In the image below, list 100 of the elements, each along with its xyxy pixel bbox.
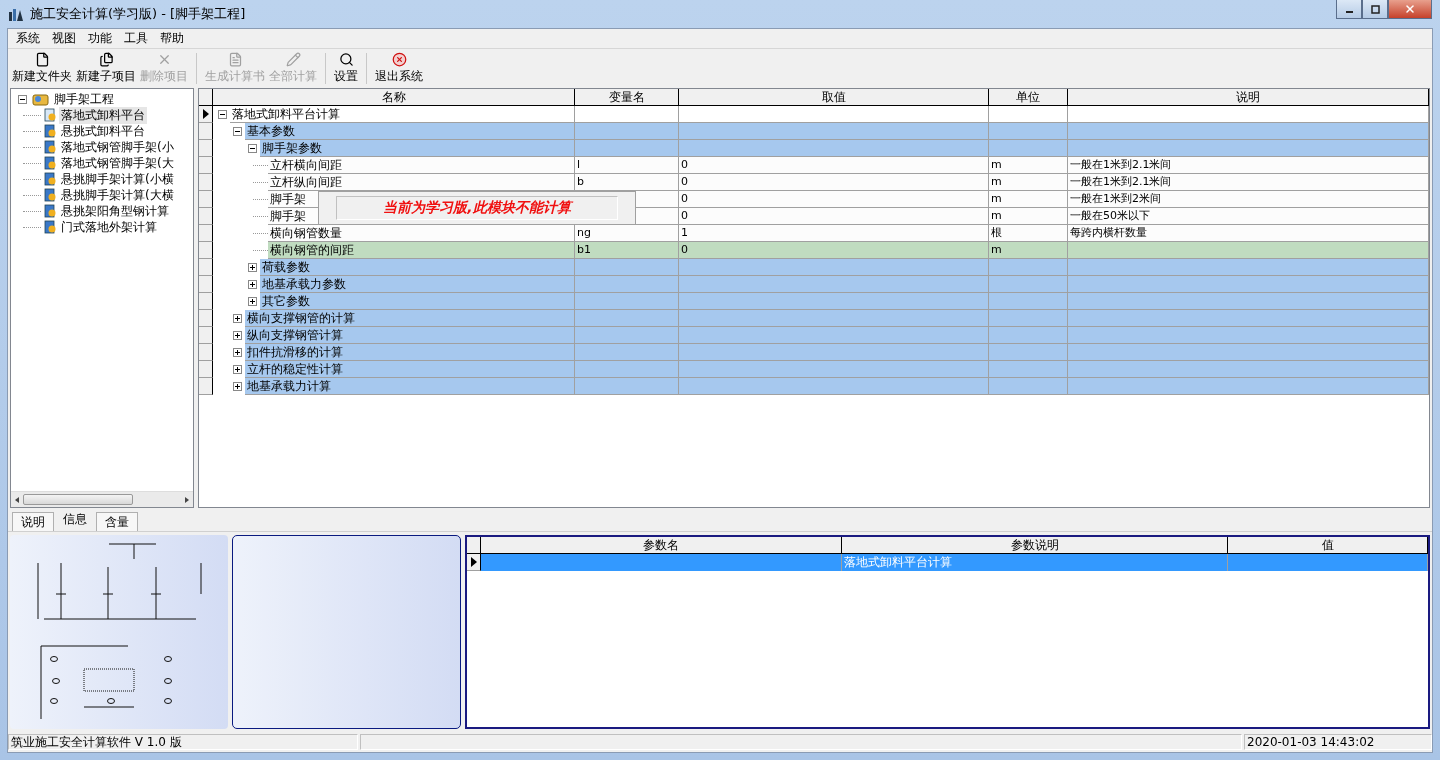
- menu-item[interactable]: 工具: [118, 30, 154, 47]
- row-header[interactable]: [199, 276, 213, 293]
- toolbar-button[interactable]: 退出系统: [373, 51, 425, 86]
- column-header[interactable]: 名称: [213, 89, 575, 106]
- column-header[interactable]: 取值: [679, 89, 989, 106]
- toolbar-button[interactable]: 新建子项目: [74, 51, 138, 86]
- row-header[interactable]: [199, 259, 213, 276]
- expand-icon[interactable]: [233, 348, 242, 357]
- table-cell: m: [989, 242, 1068, 259]
- row-header[interactable]: [199, 242, 213, 259]
- app-icon: [8, 6, 24, 22]
- pencil-icon: [285, 52, 301, 67]
- row-header[interactable]: [467, 554, 481, 571]
- table-cell: 一般在1米到2.1米间: [1068, 157, 1429, 174]
- expand-icon[interactable]: [233, 314, 242, 323]
- expand-icon[interactable]: [233, 365, 242, 374]
- folder-icon: [32, 92, 50, 106]
- collapse-icon[interactable]: [18, 94, 27, 104]
- expand-icon[interactable]: [233, 382, 242, 391]
- column-header[interactable]: 参数说明: [842, 537, 1228, 554]
- column-header[interactable]: 单位: [989, 89, 1068, 106]
- table-cell: 一般在1米到2.1米间: [1068, 174, 1429, 191]
- horizontal-scrollbar[interactable]: [11, 491, 193, 507]
- row-header[interactable]: [199, 327, 213, 344]
- search-icon: [338, 52, 354, 67]
- tree-connector-line: [23, 146, 41, 148]
- table-cell: 脚手架参数: [260, 140, 574, 157]
- table-cell: 0: [679, 157, 989, 174]
- maximize-button[interactable]: [1362, 0, 1388, 19]
- row-header[interactable]: [199, 123, 213, 140]
- toolbar-button[interactable]: 设置: [332, 51, 360, 86]
- row-header[interactable]: [199, 208, 213, 225]
- table-cell: 荷载参数: [260, 259, 574, 276]
- tree-item[interactable]: 悬挑式卸料平台: [59, 122, 147, 140]
- row-header[interactable]: [199, 378, 213, 395]
- expand-icon[interactable]: [233, 331, 242, 340]
- table-cell: 每跨内横杆数量: [1068, 225, 1429, 242]
- tree-connector-line: [23, 178, 41, 180]
- tree-item[interactable]: 悬挑脚手架计算(大横: [59, 186, 176, 204]
- tree-item[interactable]: 悬挑脚手架计算(小横: [59, 170, 176, 188]
- minimize-button[interactable]: [1336, 0, 1362, 19]
- tree-item[interactable]: 悬挑架阳角型钢计算: [59, 202, 171, 220]
- table-cell: b: [575, 174, 679, 191]
- page-icon: [34, 52, 50, 67]
- row-pointer-icon: [470, 557, 477, 567]
- tab[interactable]: 说明: [12, 512, 54, 531]
- row-header[interactable]: [199, 293, 213, 310]
- table-cell: 地基承载力计算: [245, 378, 574, 395]
- menu-item[interactable]: 视图: [46, 30, 82, 47]
- table-cell: m: [989, 208, 1068, 225]
- table-cell: 地基承载力参数: [260, 276, 574, 293]
- table-cell: 立杆纵向间距: [268, 174, 574, 191]
- row-header[interactable]: [199, 140, 213, 157]
- row-header[interactable]: [199, 157, 213, 174]
- expand-icon[interactable]: [248, 280, 257, 289]
- row-header[interactable]: [199, 106, 213, 123]
- tree-connector-line: [23, 162, 41, 164]
- column-header[interactable]: 变量名: [575, 89, 679, 106]
- table-cell: 扣件抗滑移的计算: [245, 344, 574, 361]
- table-cell: 落地式卸料平台计算: [230, 106, 574, 123]
- column-header[interactable]: 值: [1228, 537, 1428, 554]
- table-cell: m: [989, 191, 1068, 208]
- collapse-icon[interactable]: [248, 144, 257, 153]
- table-cell: 1: [679, 225, 989, 242]
- toolbar-button[interactable]: 新建文件夹: [10, 51, 74, 86]
- table-cell: 基本参数: [245, 123, 574, 140]
- column-header[interactable]: 说明: [1068, 89, 1429, 106]
- collapse-icon[interactable]: [218, 110, 227, 119]
- row-header[interactable]: [199, 191, 213, 208]
- collapse-icon[interactable]: [233, 127, 242, 136]
- table-cell: 一般在1米到2米间: [1068, 191, 1429, 208]
- tree-item[interactable]: 落地式钢管脚手架(大: [59, 154, 176, 172]
- status-datetime: 2020-01-03 14:43:02: [1244, 734, 1432, 750]
- tab[interactable]: 含量: [96, 512, 138, 531]
- header-corner: [467, 537, 481, 554]
- row-header[interactable]: [199, 361, 213, 378]
- expand-icon[interactable]: [248, 263, 257, 272]
- scroll-right-icon: [183, 495, 191, 504]
- pages-icon: [98, 52, 114, 67]
- row-header[interactable]: [199, 174, 213, 191]
- tree-connector-line: [23, 114, 41, 116]
- row-header[interactable]: [199, 225, 213, 242]
- table-cell: 横向钢管数量: [268, 225, 574, 242]
- column-header[interactable]: 参数名: [481, 537, 842, 554]
- tree-connector-line: [23, 226, 41, 228]
- tree-item[interactable]: 落地式钢管脚手架(小: [59, 138, 176, 156]
- row-header[interactable]: [199, 310, 213, 327]
- tree-item[interactable]: 脚手架工程: [52, 90, 116, 108]
- table-cell: m: [989, 157, 1068, 174]
- tree-item[interactable]: 门式落地外架计算: [59, 218, 159, 236]
- menu-item[interactable]: 帮助: [154, 30, 190, 47]
- expand-icon[interactable]: [248, 297, 257, 306]
- menu-item[interactable]: 系统: [10, 30, 46, 47]
- table-cell: 横向钢管的间距: [268, 242, 574, 259]
- table-cell: 0: [679, 208, 989, 225]
- minimize-icon: [1345, 11, 1353, 13]
- close-button[interactable]: [1388, 0, 1432, 19]
- menu-item[interactable]: 功能: [82, 30, 118, 47]
- row-header[interactable]: [199, 344, 213, 361]
- tree-item[interactable]: 落地式卸料平台: [59, 106, 147, 124]
